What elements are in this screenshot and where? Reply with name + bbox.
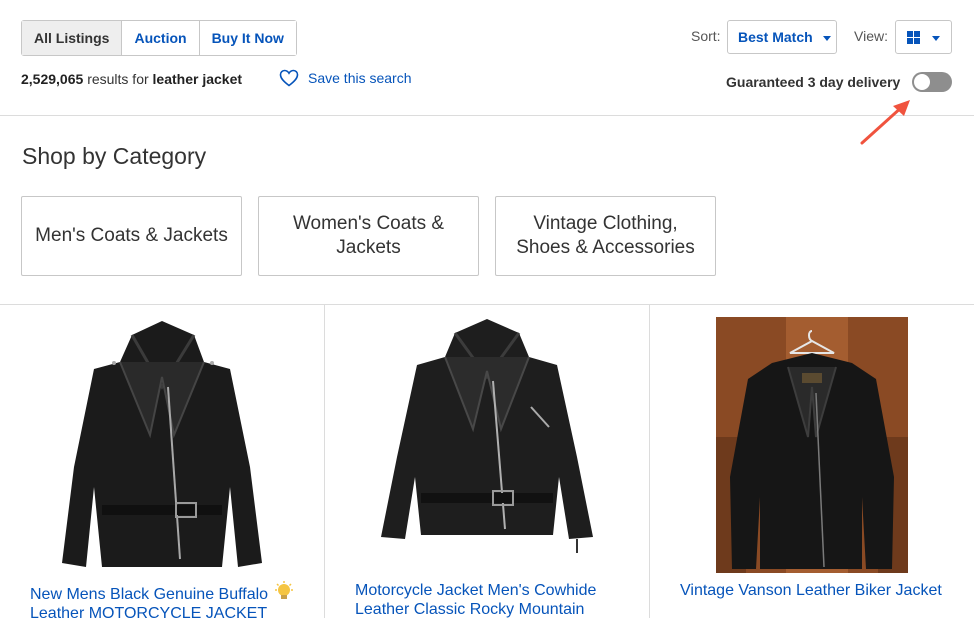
view-dropdown[interactable] [895, 20, 952, 54]
view-label: View: [854, 28, 888, 44]
grid-view-icon [907, 31, 920, 44]
toggle-knob [914, 74, 930, 90]
delivery-filter-label: Guaranteed 3 day delivery [726, 74, 901, 90]
sort-dropdown[interactable]: Best Match [727, 20, 837, 54]
category-label: Vintage Clothing, Shoes & Accessories [516, 213, 695, 258]
results-count: 2,529,065 [21, 71, 84, 87]
listing-title-line: New Mens Black Genuine Buffalo [30, 586, 269, 603]
listing-title-line: Leather Classic Rocky Mountain [355, 601, 585, 618]
delivery-toggle[interactable] [912, 72, 952, 92]
save-search-link[interactable]: Save this search [279, 69, 412, 87]
search-results-header: All Listings Auction Buy It Now 2,529,06… [0, 0, 974, 116]
chevron-down-icon [823, 36, 831, 41]
listing-title-link[interactable]: Motorcycle Jacket Men's Cowhide Leather … [355, 581, 596, 619]
listing-type-tabs: All Listings Auction Buy It Now [21, 20, 297, 56]
listing-card: New Mens Black Genuine Buffalo Leather M… [0, 305, 324, 622]
listing-card: Motorcycle Jacket Men's Cowhide Leather … [325, 305, 649, 618]
listing-title-line: Leather MOTORCYCLE JACKET [30, 605, 268, 622]
black-leather-biker-jacket-image[interactable] [381, 317, 593, 557]
heart-outline-icon [279, 69, 299, 87]
results-summary: 2,529,065 results for leather jacket [21, 71, 242, 87]
save-search-label: Save this search [308, 70, 412, 86]
section-title: Shop by Category [22, 143, 207, 169]
category-mens-coats-jackets[interactable]: Men's Coats & Jackets [21, 196, 242, 276]
sort-value: Best Match [738, 29, 813, 45]
chevron-down-icon [932, 36, 940, 41]
listing-title-line: Vintage Vanson Leather Biker Jacket [680, 582, 942, 599]
results-text: results for [87, 71, 149, 87]
listing-title-link[interactable]: Vintage Vanson Leather Biker Jacket [680, 581, 942, 600]
listing-card: Vintage Vanson Leather Biker Jacket [650, 305, 974, 618]
category-label: Men's Coats & Jackets [35, 225, 228, 246]
results-query: leather jacket [152, 71, 243, 87]
lightbulb-icon [274, 581, 293, 599]
category-label: Women's Coats & Jackets [292, 213, 445, 258]
tab-buy-it-now[interactable]: Buy It Now [198, 21, 296, 55]
listing-title-line: Motorcycle Jacket Men's Cowhide [355, 582, 597, 599]
category-vintage-clothing[interactable]: Vintage Clothing, Shoes & Accessories [495, 196, 716, 276]
vintage-leather-jacket-on-hanger-photo[interactable] [716, 317, 908, 573]
tab-all-listings[interactable]: All Listings [22, 21, 122, 55]
tab-auction[interactable]: Auction [121, 21, 199, 55]
listing-title-link[interactable]: New Mens Black Genuine Buffalo Leather M… [30, 581, 295, 623]
sort-label: Sort: [691, 28, 721, 44]
shop-by-category-section: Shop by Category Men's Coats & Jackets W… [0, 116, 974, 305]
category-womens-coats-jackets[interactable]: Women's Coats & Jackets [258, 196, 479, 276]
black-leather-motorcycle-jacket-image[interactable] [62, 317, 262, 572]
